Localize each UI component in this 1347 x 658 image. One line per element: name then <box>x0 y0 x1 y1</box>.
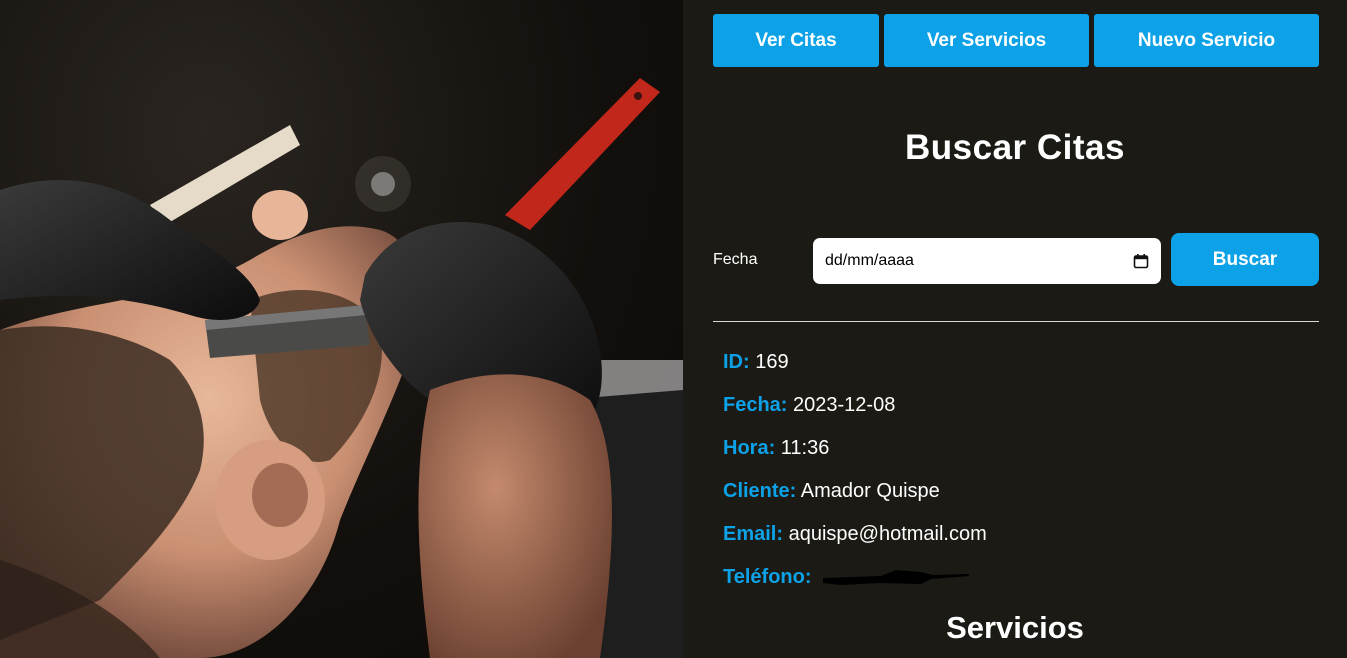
hora-value: 11:36 <box>780 437 830 459</box>
search-form: Fecha dd/mm/aaaa Buscar <box>713 233 1319 286</box>
main-content: Ver Citas Ver Servicios Nuevo Servicio B… <box>683 0 1347 658</box>
date-input-placeholder: dd/mm/aaaa <box>825 252 914 269</box>
email-value: aquispe@hotmail.com <box>788 523 987 545</box>
page: Ver Citas Ver Servicios Nuevo Servicio B… <box>0 0 1347 658</box>
calendar-icon[interactable] <box>1133 253 1149 269</box>
top-nav: Ver Citas Ver Servicios Nuevo Servicio <box>713 14 1319 67</box>
page-title: Buscar Citas <box>905 128 1125 167</box>
servicios-title: Servicios <box>946 610 1084 645</box>
ver-citas-button[interactable]: Ver Citas <box>713 14 879 67</box>
email-key: Email: <box>723 523 784 545</box>
buscar-button[interactable]: Buscar <box>1171 233 1319 286</box>
fecha-value: 2023-12-08 <box>793 394 896 416</box>
cliente-key: Cliente: <box>723 480 797 502</box>
id-value: 169 <box>755 351 789 373</box>
cita-hora-row: Hora: 11:36 <box>723 437 987 480</box>
barber-shave-illustration <box>0 78 683 658</box>
hora-key: Hora: <box>723 437 776 459</box>
nuevo-servicio-button[interactable]: Nuevo Servicio <box>1094 14 1319 67</box>
hero-photo-barber-shave <box>0 0 683 658</box>
id-label: ID: <box>723 351 750 373</box>
cliente-value: Amador Quispe <box>800 480 940 502</box>
divider <box>713 321 1319 322</box>
fecha-date-input[interactable]: dd/mm/aaaa <box>813 238 1161 284</box>
cita-email-row: Email: aquispe@hotmail.com <box>723 523 987 566</box>
cita-fecha-row: Fecha: 2023-12-08 <box>723 394 987 437</box>
redacted-phone-scribble <box>823 570 970 585</box>
cita-telefono-row: Teléfono: <box>723 566 987 609</box>
fecha-key: Fecha: <box>723 394 788 416</box>
ver-servicios-button[interactable]: Ver Servicios <box>884 14 1089 67</box>
cita-id-row: ID: 169 <box>723 351 987 394</box>
fecha-label: Fecha <box>713 251 758 268</box>
cita-details: ID: 169 Fecha: 2023-12-08 Hora: 11:36 Cl… <box>723 351 987 609</box>
telefono-key: Teléfono: <box>723 566 812 588</box>
cita-cliente-row: Cliente: Amador Quispe <box>723 480 987 523</box>
